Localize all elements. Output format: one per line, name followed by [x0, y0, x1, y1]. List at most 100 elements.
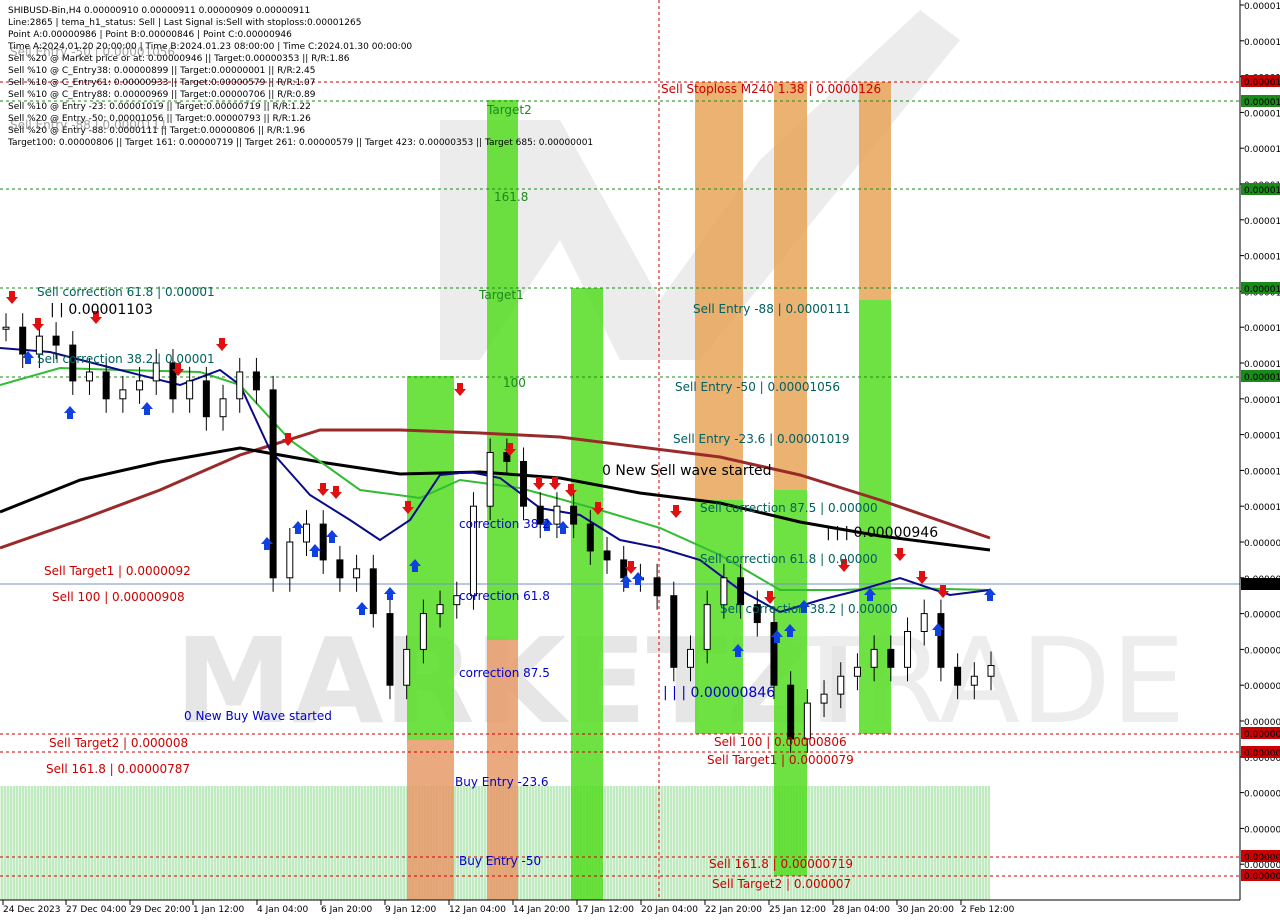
candle — [369, 568, 377, 615]
candle — [486, 452, 494, 507]
level-label: Sell Entry -50 | 0.00001056 — [675, 380, 840, 394]
y-tick-label: 0.00001 — [1244, 432, 1280, 442]
candle — [403, 648, 411, 686]
y-tick-label: 0.00001 — [1244, 2, 1280, 12]
candle — [2, 326, 10, 330]
candle — [202, 380, 210, 418]
y-tick-label: 0.00000 — [1244, 611, 1280, 621]
x-tick-label: 4 Jan 04:00 — [257, 905, 309, 915]
level-label: Sell Entry -23.6 | 0.00001019 — [673, 432, 849, 446]
watermark-right: TRADE — [789, 612, 1185, 750]
candle — [286, 541, 294, 579]
y-tick-label: 0.00001 — [1244, 396, 1280, 406]
price-marker-label: 0.00001 — [1244, 78, 1280, 88]
level-label: 0 New Sell wave started — [602, 463, 772, 479]
info-line: Sell %10 @ C_Entry38: 0.00000899 || Targ… — [8, 66, 316, 76]
info-line: Target100: 0.00000806 || Target 161: 0.0… — [7, 138, 593, 148]
y-axis: 0.00001 0.00001 0.00001 0.00001 0.00001 0.000… — [1239, 0, 1280, 900]
level-label: Target1 — [478, 288, 524, 302]
y-tick-label: 0.00000 — [1244, 825, 1280, 835]
candle — [703, 604, 711, 650]
x-tick-label: 28 Jan 04:00 — [833, 905, 890, 915]
zone-bar — [774, 82, 807, 490]
x-tick-label: 12 Jan 04:00 — [449, 905, 506, 915]
y-tick-label: 0.00001 — [1244, 145, 1280, 155]
candle — [937, 613, 945, 668]
level-label: Sell 161.8 | 0.00000719 — [709, 857, 853, 871]
level-label: | | 0.00001103 — [50, 302, 153, 318]
info-line: SHIBUSD-Bin,H4 0.00000910 0.00000911 0.0… — [8, 6, 310, 16]
level-label: Sell Stoploss M240 1.38 | 0.0000126 — [661, 82, 881, 96]
price-marker-label: 0.00001 — [1244, 373, 1280, 383]
candle — [419, 613, 427, 650]
candle — [119, 389, 127, 400]
candle — [720, 577, 728, 606]
candle — [236, 371, 244, 400]
level-label: Sell correction 61.8 | 0.00000 — [700, 552, 878, 566]
level-label: Buy Entry -50 — [459, 854, 541, 868]
level-label: Buy Entry -23.6 — [455, 775, 549, 789]
zone-bar — [859, 300, 891, 734]
ghost-label: Sell Entry -50 | 0.00001056 — [10, 45, 175, 59]
y-tick-label: 0.00001 — [1244, 217, 1280, 227]
ghost-label: Sell Entry -88 | 0.0000111 — [10, 118, 167, 132]
info-line: Sell %10 @ C_Entry88: 0.00000969 || Targ… — [8, 90, 316, 100]
level-label: 100 — [503, 376, 526, 390]
trading-chart[interactable]: MARKETZI TRADE Sell Stoploss M240 1.38 |… — [0, 0, 1280, 920]
price-marker-label: 0.00001 — [1244, 186, 1280, 196]
level-label: Sell correction 38.2 | 0.00001 — [37, 352, 215, 366]
level-label: | | | 0.00000846 — [663, 685, 775, 701]
candle — [353, 568, 361, 579]
level-label: Sell 100 | 0.00000908 — [52, 590, 185, 604]
price-marker-label: 0.00000 — [1244, 853, 1280, 863]
candle — [219, 398, 227, 418]
candle — [787, 684, 795, 740]
y-tick-label: 0.00000 — [1244, 790, 1280, 800]
x-tick-label: 27 Dec 04:00 — [66, 905, 127, 915]
price-marker-label: 0.00000 — [1244, 730, 1280, 740]
x-tick-label: 17 Jan 12:00 — [577, 905, 634, 915]
x-tick-label: 2 Feb 12:00 — [961, 905, 1015, 915]
level-label: | | | 0.00000946 — [826, 525, 938, 541]
candle — [136, 380, 144, 391]
level-label: Sell Entry -88 | 0.0000111 — [693, 302, 850, 316]
candle — [686, 648, 694, 668]
y-tick-label: 0.00001 — [1244, 253, 1280, 263]
candle — [586, 523, 594, 552]
candle — [653, 577, 661, 597]
x-tick-label: 30 Jan 20:00 — [897, 905, 954, 915]
y-tick-label: 0.00000 — [1244, 718, 1280, 728]
candle — [319, 523, 327, 561]
candle — [603, 550, 611, 561]
y-tick-label: 0.00000 — [1244, 682, 1280, 692]
level-label: Sell Target2 | 0.000008 — [49, 736, 188, 750]
candle — [670, 595, 678, 668]
candle — [570, 505, 578, 525]
y-tick-label: 0.00001 — [1244, 324, 1280, 334]
x-tick-label: 20 Jan 04:00 — [641, 905, 698, 915]
current-price-label: 0.00000 — [1244, 581, 1280, 591]
candle — [269, 389, 277, 579]
y-tick-label: 0.00001 — [1244, 109, 1280, 119]
level-label: Sell Target2 | 0.000007 — [712, 877, 851, 891]
level-label: Sell Target1 | 0.0000092 — [44, 564, 191, 578]
zone-bar — [487, 100, 518, 640]
x-tick-label: 1 Jan 12:00 — [193, 905, 245, 915]
candle — [520, 460, 528, 507]
candle — [970, 675, 978, 686]
level-label: Sell correction 87.5 | 0.00000 — [700, 501, 878, 515]
info-line: Sell %10 @ Entry -23: 0.00001019 || Targ… — [8, 102, 311, 112]
info-line: Point A:0.00000986 | Point B:0.00000846 … — [8, 30, 292, 40]
candle — [52, 335, 60, 346]
candle — [820, 693, 828, 704]
candle — [553, 505, 561, 525]
candle — [252, 371, 260, 391]
level-label: Sell Target1 | 0.0000079 — [707, 753, 854, 767]
candle — [853, 666, 861, 677]
level-label: correction 61.8 — [459, 589, 550, 603]
zone-bar — [571, 288, 603, 900]
x-tick-label: 24 Dec 2023 — [3, 905, 61, 915]
zone-bar — [859, 82, 891, 300]
info-line: Sell %10 @ C_Entry61: 0.00000933 || Targ… — [8, 78, 316, 88]
x-tick-label: 22 Jan 20:00 — [705, 905, 762, 915]
